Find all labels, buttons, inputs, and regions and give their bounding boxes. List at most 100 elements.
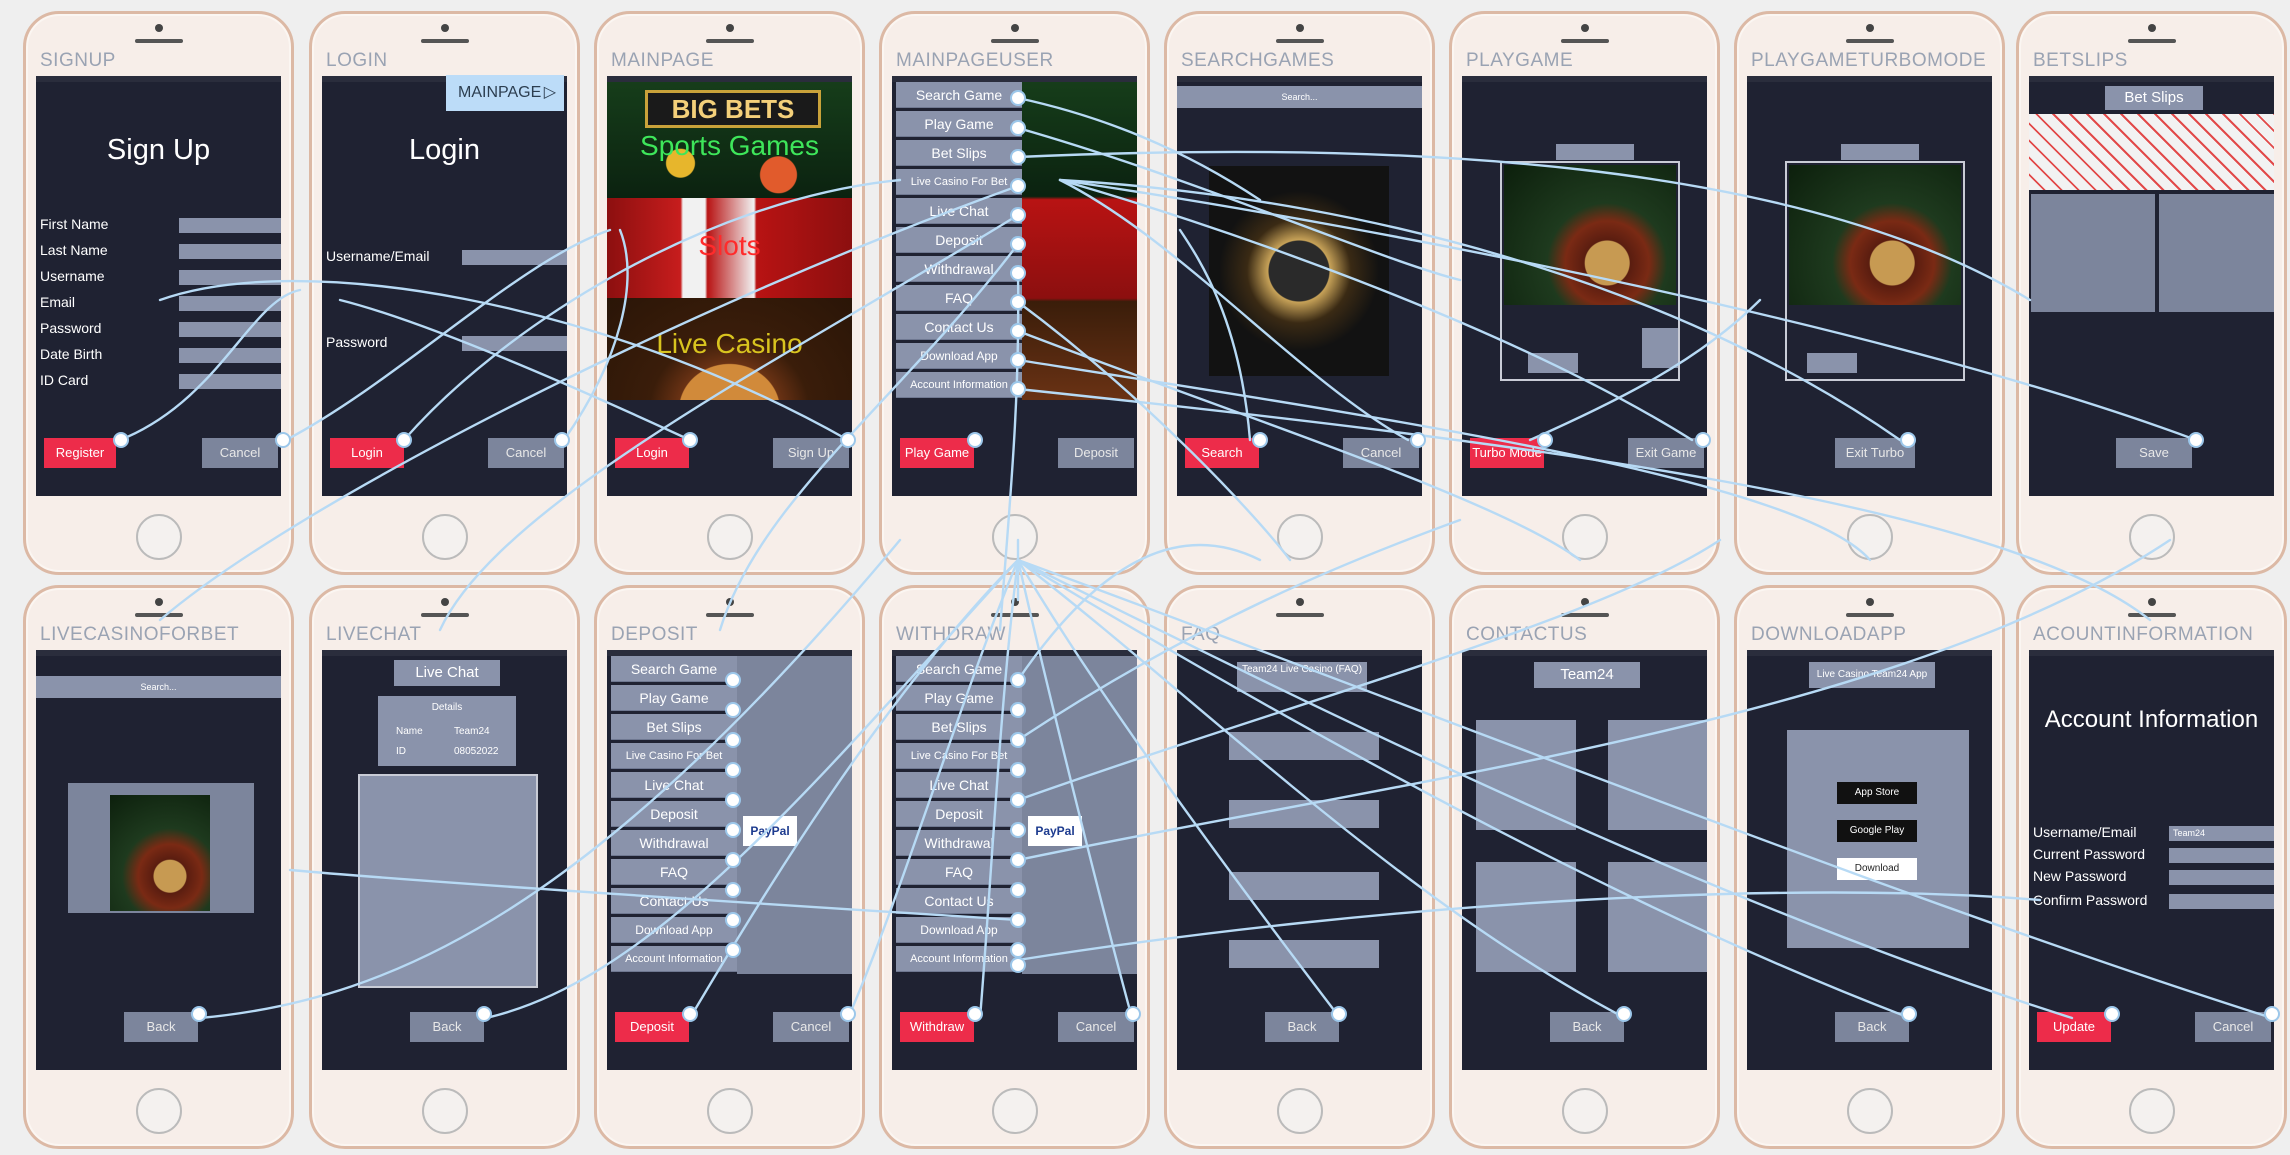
link-handle-download-back[interactable]	[1901, 1006, 1917, 1022]
menu-withdrawal[interactable]: Withdrawal	[896, 256, 1022, 282]
link-handle-menu-download[interactable]	[1010, 352, 1026, 368]
signup-button[interactable]: Sign Up	[773, 438, 849, 468]
home-button[interactable]	[1276, 514, 1323, 560]
link-handle-deposit-menu-6[interactable]	[1010, 822, 1026, 838]
back-button[interactable]: Back	[1550, 1012, 1624, 1042]
register-button[interactable]: Register	[44, 438, 116, 468]
cancel-button[interactable]: Cancel	[488, 438, 564, 468]
cancel-button[interactable]: Cancel	[2195, 1012, 2271, 1042]
link-handle-play-game[interactable]	[967, 432, 983, 448]
link-handle-withdraw[interactable]	[967, 1006, 983, 1022]
home-button[interactable]	[135, 1088, 182, 1134]
bet-field[interactable]	[1807, 353, 1857, 373]
live-table-image[interactable]	[110, 795, 210, 911]
cancel-button[interactable]: Cancel	[202, 438, 278, 468]
menu-bet-slips[interactable]: Bet Slips	[896, 714, 1022, 740]
menu-contact-us[interactable]: Contact Us	[896, 314, 1022, 340]
home-button[interactable]	[2128, 514, 2175, 560]
home-button[interactable]	[991, 514, 1038, 560]
link-handle-deposit-menu-5[interactable]	[1010, 792, 1026, 808]
username-field[interactable]: Team24	[2169, 826, 2274, 841]
home-button[interactable]	[2128, 1088, 2175, 1134]
menu-download-app[interactable]: Download App	[896, 343, 1022, 369]
link-handle-deposit-menu-3[interactable]	[1010, 732, 1026, 748]
link-handle-deposit-menu-2[interactable]	[1010, 702, 1026, 718]
password-field[interactable]	[462, 336, 567, 351]
login-button[interactable]: Login	[615, 438, 689, 468]
faq-item-1[interactable]	[1229, 732, 1379, 760]
home-button[interactable]	[1846, 1088, 1893, 1134]
link-handle-save[interactable]	[2188, 432, 2204, 448]
link-handle-turbo[interactable]	[1537, 432, 1553, 448]
back-button[interactable]: Back	[410, 1012, 484, 1042]
home-button[interactable]	[421, 514, 468, 560]
exit-game-button[interactable]: Exit Game	[1628, 438, 1704, 468]
home-button[interactable]	[1846, 514, 1893, 560]
link-handle-deposit-menu-10[interactable]	[1010, 942, 1026, 958]
download-button[interactable]: Download	[1837, 858, 1917, 880]
home-button[interactable]	[706, 1088, 753, 1134]
app-store-badge[interactable]: App Store	[1837, 782, 1917, 804]
search-button[interactable]: Search	[1185, 438, 1259, 468]
home-button[interactable]	[706, 514, 753, 560]
payment-methods-panel[interactable]: PayPal	[737, 656, 852, 974]
faq-item-3[interactable]	[1229, 872, 1379, 900]
menu-play-game[interactable]: Play Game	[611, 685, 737, 711]
link-handle-deposit-menu-8[interactable]	[1010, 882, 1026, 898]
link-handle-login[interactable]	[396, 432, 412, 448]
bet-chips[interactable]	[1642, 328, 1678, 368]
link-handle-register[interactable]	[113, 432, 129, 448]
link-handle-menu-livecasino[interactable]	[1010, 178, 1026, 194]
date-birth-field[interactable]	[179, 348, 281, 363]
link-handle-search-cancel[interactable]	[1410, 432, 1426, 448]
link-handle-depmenu-g[interactable]	[725, 852, 741, 868]
link-handle-menu-account[interactable]	[1010, 381, 1026, 397]
link-handle-depmenu-i[interactable]	[725, 912, 741, 928]
link-handle-mainpage-signup[interactable]	[840, 432, 856, 448]
menu-withdrawal[interactable]: Withdrawal	[611, 830, 737, 856]
link-handle-deposit-menu-1[interactable]	[1010, 672, 1026, 688]
link-handle-menu-play[interactable]	[1010, 120, 1026, 136]
id-card-field[interactable]	[179, 374, 281, 389]
live-tables-panel[interactable]	[68, 783, 254, 913]
deposit-button[interactable]: Deposit	[1058, 438, 1134, 468]
menu-faq[interactable]: FAQ	[896, 859, 1022, 885]
menu-search-game[interactable]: Search Game	[896, 82, 1022, 108]
menu-live-chat[interactable]: Live Chat	[611, 772, 737, 798]
menu-live-chat[interactable]: Live Chat	[896, 772, 1022, 798]
turbo-mode-button[interactable]: Turbo Mode	[1470, 438, 1544, 468]
link-handle-exit-game[interactable]	[1695, 432, 1711, 448]
link-handle-livechat-back[interactable]	[476, 1006, 492, 1022]
menu-download-app[interactable]: Download App	[611, 917, 737, 943]
link-handle-menu-livechat[interactable]	[1010, 207, 1026, 223]
link-handle-search[interactable]	[1252, 432, 1268, 448]
link-handle-deposit-menu-7[interactable]	[1010, 852, 1026, 868]
home-button[interactable]	[135, 514, 182, 560]
link-handle-depmenu-d[interactable]	[725, 762, 741, 778]
link-handle-contact-back[interactable]	[1616, 1006, 1632, 1022]
link-handle-account-update[interactable]	[2104, 1006, 2120, 1022]
faq-item-4[interactable]	[1229, 940, 1379, 968]
home-button[interactable]	[1561, 1088, 1608, 1134]
google-play-badge[interactable]: Google Play	[1837, 820, 1917, 842]
slots-image[interactable]: Slots	[607, 198, 852, 298]
live-casino-image[interactable]: Live Casino	[607, 298, 852, 400]
payment-methods-panel[interactable]: PayPal	[1022, 656, 1137, 974]
username-field[interactable]	[462, 250, 567, 265]
sports-games-image[interactable]: BIG BETS Sports Games	[607, 82, 852, 198]
back-button[interactable]: Back	[1835, 1012, 1909, 1042]
menu-account-information[interactable]: Account Information	[611, 946, 737, 972]
confirm-password-field[interactable]	[2169, 894, 2274, 909]
menu-contact-us[interactable]: Contact Us	[611, 888, 737, 914]
link-handle-deposit-menu-11[interactable]	[1010, 957, 1026, 973]
link-handle-deposit[interactable]	[682, 1006, 698, 1022]
cancel-button[interactable]: Cancel	[1058, 1012, 1134, 1042]
bet-slip-form[interactable]	[2031, 194, 2155, 312]
menu-deposit[interactable]: Deposit	[896, 227, 1022, 253]
back-button[interactable]: Back	[124, 1012, 198, 1042]
link-handle-depmenu-h[interactable]	[725, 882, 741, 898]
link-handle-deposit-menu-4[interactable]	[1010, 762, 1026, 778]
menu-live-casino-for-bet[interactable]: Live Casino For Bet	[896, 743, 1022, 769]
paypal-logo[interactable]: PayPal	[743, 816, 797, 846]
menu-bet-slips[interactable]: Bet Slips	[896, 140, 1022, 166]
